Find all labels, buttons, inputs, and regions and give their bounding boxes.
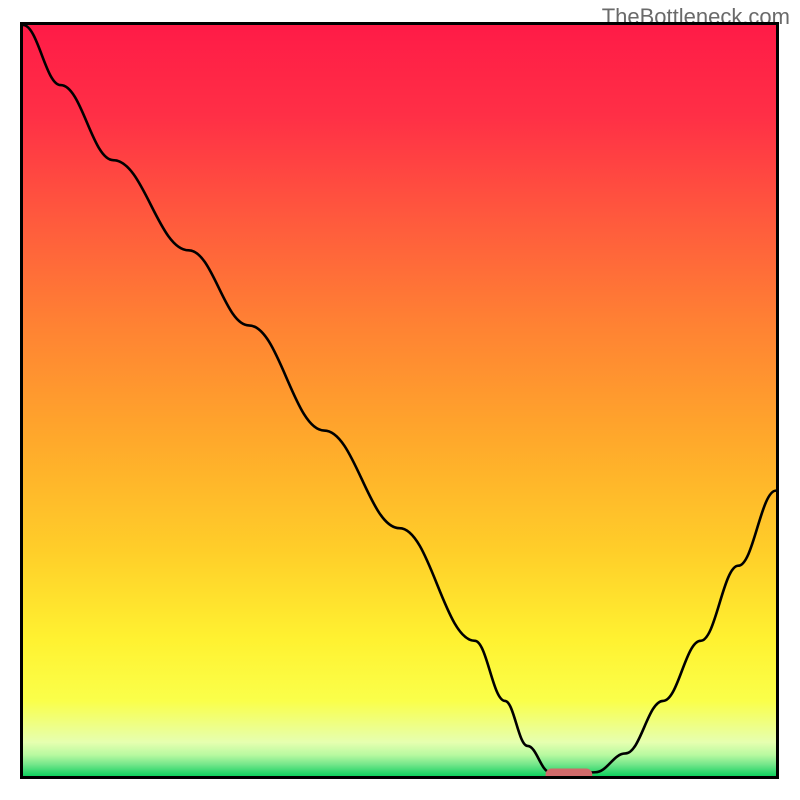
chart-gradient-bg	[23, 25, 776, 776]
chart-frame	[20, 22, 779, 779]
optimal-marker	[546, 769, 593, 777]
bottleneck-chart	[23, 25, 776, 776]
